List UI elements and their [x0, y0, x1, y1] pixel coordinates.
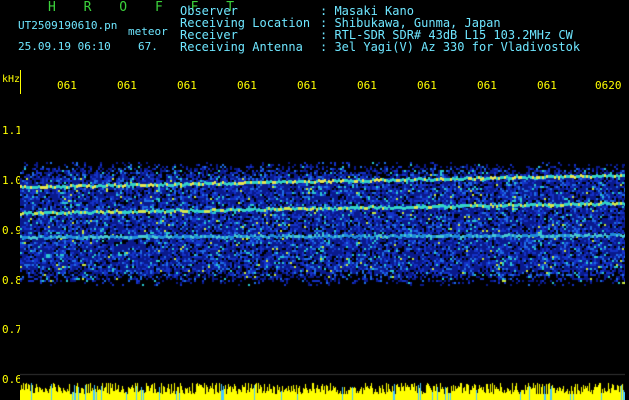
x-tick: 061 [177, 79, 197, 92]
antenna-label: Receiving Antenna [180, 40, 303, 54]
x-tick: 061 [477, 79, 497, 92]
x-tick: 061 [237, 79, 257, 92]
y-tick: 0.8 [2, 274, 22, 287]
x-tick: 061 [297, 79, 317, 92]
x-tick: 061 [417, 79, 437, 92]
filename-label: UT2509190610.pn [18, 19, 118, 32]
x-tick: 061 [57, 79, 77, 92]
datetime-label: 25.09.19 06:10 [18, 40, 111, 53]
spectrogram [20, 94, 625, 400]
x-tick: 061 [117, 79, 137, 92]
x-tick: 061 [537, 79, 557, 92]
y-tick: 0.9 [2, 224, 22, 237]
y-tick: 0.6 [2, 373, 22, 386]
y-tick: 1.0 [2, 174, 22, 187]
x-tick: 0620 [595, 79, 622, 92]
meteor-label: meteor [128, 25, 168, 38]
y-tick: 1.1 [2, 124, 22, 137]
x-tick: 061 [357, 79, 377, 92]
antenna-value: : 3el Yagi(V) Az 330 for Vladivostok [320, 40, 581, 54]
y-tick: 0.7 [2, 323, 22, 336]
meteor-count: 67. [138, 40, 158, 53]
y-unit-label: kHz [2, 74, 21, 85]
